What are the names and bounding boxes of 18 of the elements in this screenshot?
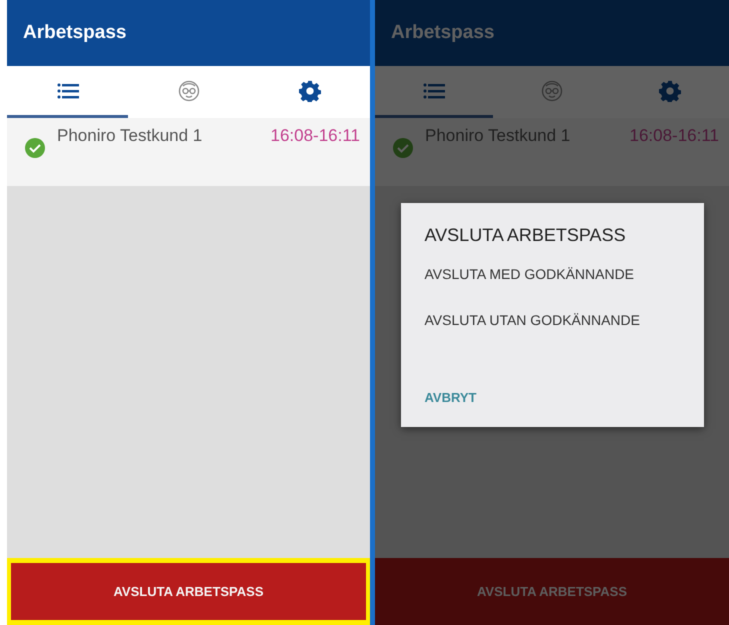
cancel-button[interactable]: AVBRYT [424,390,476,405]
settings-icon [298,80,320,102]
face-with-glasses-icon [178,80,200,102]
time-range: 16:08-16:11 [630,126,719,146]
end-shift-button[interactable]: AVSLUTA ARBETSPASS [11,563,366,620]
settings-icon [659,80,681,102]
face-with-glasses-icon [541,80,563,102]
screen-title: Arbetspass [23,22,126,44]
list-icon [423,82,445,98]
dialog-option[interactable]: AVSLUTA UTAN GODKÄNNANDE [424,312,680,328]
client-name: Phoniro Testkund 1 [425,126,572,146]
list-row[interactable]: Phoniro Testkund 1 16:08-16:11 [7,118,370,186]
time-range: 16:08-16:11 [270,126,360,146]
dialog-title: AVSLUTA ARBETSPASS [424,225,627,246]
list-icon [56,82,78,98]
screen-title: Arbetspass [391,22,494,44]
dialog-option[interactable]: AVSLUTA MED GODKÄNNANDE [424,266,680,282]
client-name: Phoniro Testkund 1 [57,126,204,146]
